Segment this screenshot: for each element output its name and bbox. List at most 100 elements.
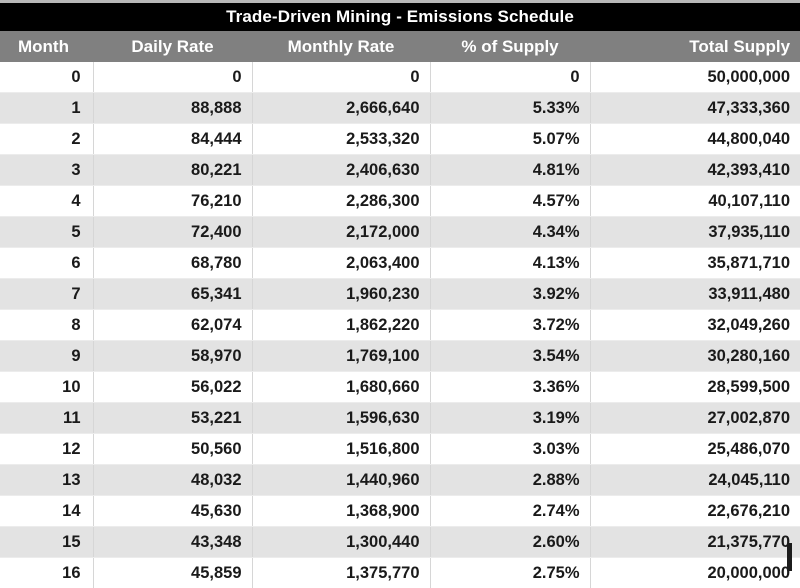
- cell-daily[interactable]: 80,221: [93, 155, 252, 186]
- cell-total[interactable]: 32,049,260: [590, 310, 800, 341]
- cell-pct[interactable]: 4.57%: [430, 186, 590, 217]
- table-row[interactable]: 1250,5601,516,8003.03%25,486,070: [0, 434, 800, 465]
- cell-monthly[interactable]: 1,516,800: [252, 434, 430, 465]
- cell-total[interactable]: 27,002,870: [590, 403, 800, 434]
- cell-daily[interactable]: 72,400: [93, 217, 252, 248]
- cell-total[interactable]: 44,800,040: [590, 124, 800, 155]
- table-row[interactable]: 000050,000,000: [0, 62, 800, 93]
- cell-month[interactable]: 14: [0, 496, 93, 527]
- cell-month[interactable]: 8: [0, 310, 93, 341]
- cell-total[interactable]: 47,333,360: [590, 93, 800, 124]
- cell-month[interactable]: 4: [0, 186, 93, 217]
- cell-daily[interactable]: 50,560: [93, 434, 252, 465]
- cell-total[interactable]: 24,045,110: [590, 465, 800, 496]
- cell-monthly[interactable]: 1,960,230: [252, 279, 430, 310]
- table-row[interactable]: 765,3411,960,2303.92%33,911,480: [0, 279, 800, 310]
- cell-total[interactable]: 20,000,000: [590, 558, 800, 588]
- cell-month[interactable]: 12: [0, 434, 93, 465]
- cell-daily[interactable]: 58,970: [93, 341, 252, 372]
- cell-month[interactable]: 7: [0, 279, 93, 310]
- cell-daily[interactable]: 43,348: [93, 527, 252, 558]
- cell-month[interactable]: 6: [0, 248, 93, 279]
- cell-monthly[interactable]: 2,666,640: [252, 93, 430, 124]
- table-row[interactable]: 668,7802,063,4004.13%35,871,710: [0, 248, 800, 279]
- cell-monthly[interactable]: 1,375,770: [252, 558, 430, 588]
- cell-total[interactable]: 33,911,480: [590, 279, 800, 310]
- cell-daily[interactable]: 45,859: [93, 558, 252, 588]
- cell-monthly[interactable]: 2,406,630: [252, 155, 430, 186]
- cell-total[interactable]: 50,000,000: [590, 62, 800, 93]
- cell-total[interactable]: 37,935,110: [590, 217, 800, 248]
- cell-pct[interactable]: 2.88%: [430, 465, 590, 496]
- cell-pct[interactable]: 0: [430, 62, 590, 93]
- cell-month[interactable]: 13: [0, 465, 93, 496]
- table-row[interactable]: 284,4442,533,3205.07%44,800,040: [0, 124, 800, 155]
- cell-daily[interactable]: 68,780: [93, 248, 252, 279]
- cell-pct[interactable]: 5.33%: [430, 93, 590, 124]
- cell-pct[interactable]: 3.36%: [430, 372, 590, 403]
- cell-monthly[interactable]: 2,286,300: [252, 186, 430, 217]
- cell-monthly[interactable]: 2,063,400: [252, 248, 430, 279]
- cell-pct[interactable]: 3.19%: [430, 403, 590, 434]
- cell-total[interactable]: 40,107,110: [590, 186, 800, 217]
- cell-monthly[interactable]: 1,862,220: [252, 310, 430, 341]
- cell-total[interactable]: 22,676,210: [590, 496, 800, 527]
- cell-pct[interactable]: 2.60%: [430, 527, 590, 558]
- cell-month[interactable]: 10: [0, 372, 93, 403]
- cell-monthly[interactable]: 1,300,440: [252, 527, 430, 558]
- cell-daily[interactable]: 84,444: [93, 124, 252, 155]
- cell-monthly[interactable]: 1,596,630: [252, 403, 430, 434]
- cell-month[interactable]: 9: [0, 341, 93, 372]
- cell-daily[interactable]: 0: [93, 62, 252, 93]
- cell-pct[interactable]: 5.07%: [430, 124, 590, 155]
- table-row[interactable]: 862,0741,862,2203.72%32,049,260: [0, 310, 800, 341]
- cell-total[interactable]: 25,486,070: [590, 434, 800, 465]
- table-row[interactable]: 958,9701,769,1003.54%30,280,160: [0, 341, 800, 372]
- cell-pct[interactable]: 2.75%: [430, 558, 590, 588]
- table-row[interactable]: 380,2212,406,6304.81%42,393,410: [0, 155, 800, 186]
- cell-daily[interactable]: 48,032: [93, 465, 252, 496]
- cell-monthly[interactable]: 1,769,100: [252, 341, 430, 372]
- cell-month[interactable]: 0: [0, 62, 93, 93]
- cell-pct[interactable]: 4.13%: [430, 248, 590, 279]
- table-row[interactable]: 1445,6301,368,9002.74%22,676,210: [0, 496, 800, 527]
- column-header-daily-rate[interactable]: Daily Rate: [93, 31, 252, 62]
- column-header-monthly-rate[interactable]: Monthly Rate: [252, 31, 430, 62]
- cell-monthly[interactable]: 1,680,660: [252, 372, 430, 403]
- table-row[interactable]: 1153,2211,596,6303.19%27,002,870: [0, 403, 800, 434]
- column-header-month[interactable]: Month: [0, 31, 93, 62]
- table-row[interactable]: 188,8882,666,6405.33%47,333,360: [0, 93, 800, 124]
- cell-total[interactable]: 42,393,410: [590, 155, 800, 186]
- cell-monthly[interactable]: 0: [252, 62, 430, 93]
- table-row[interactable]: 1543,3481,300,4402.60%21,375,770: [0, 527, 800, 558]
- cell-pct[interactable]: 4.81%: [430, 155, 590, 186]
- cell-daily[interactable]: 56,022: [93, 372, 252, 403]
- cell-monthly[interactable]: 1,440,960: [252, 465, 430, 496]
- cell-month[interactable]: 16: [0, 558, 93, 588]
- cell-total[interactable]: 28,599,500: [590, 372, 800, 403]
- cell-month[interactable]: 15: [0, 527, 93, 558]
- table-row[interactable]: 1056,0221,680,6603.36%28,599,500: [0, 372, 800, 403]
- cell-total[interactable]: 35,871,710: [590, 248, 800, 279]
- cell-total[interactable]: 21,375,770: [590, 527, 800, 558]
- cell-monthly[interactable]: 2,533,320: [252, 124, 430, 155]
- table-row[interactable]: 1348,0321,440,9602.88%24,045,110: [0, 465, 800, 496]
- column-header-total-supply[interactable]: Total Supply: [590, 31, 800, 62]
- cell-pct[interactable]: 3.03%: [430, 434, 590, 465]
- cell-daily[interactable]: 65,341: [93, 279, 252, 310]
- cell-month[interactable]: 1: [0, 93, 93, 124]
- table-row[interactable]: 572,4002,172,0004.34%37,935,110: [0, 217, 800, 248]
- cell-pct[interactable]: 3.54%: [430, 341, 590, 372]
- cell-monthly[interactable]: 1,368,900: [252, 496, 430, 527]
- column-header-percent-of-supply[interactable]: % of Supply: [430, 31, 590, 62]
- cell-pct[interactable]: 2.74%: [430, 496, 590, 527]
- cell-daily[interactable]: 76,210: [93, 186, 252, 217]
- cell-pct[interactable]: 3.72%: [430, 310, 590, 341]
- cell-monthly[interactable]: 2,172,000: [252, 217, 430, 248]
- cell-daily[interactable]: 45,630: [93, 496, 252, 527]
- table-row[interactable]: 476,2102,286,3004.57%40,107,110: [0, 186, 800, 217]
- cell-daily[interactable]: 88,888: [93, 93, 252, 124]
- cell-pct[interactable]: 3.92%: [430, 279, 590, 310]
- cell-total[interactable]: 30,280,160: [590, 341, 800, 372]
- cell-daily[interactable]: 53,221: [93, 403, 252, 434]
